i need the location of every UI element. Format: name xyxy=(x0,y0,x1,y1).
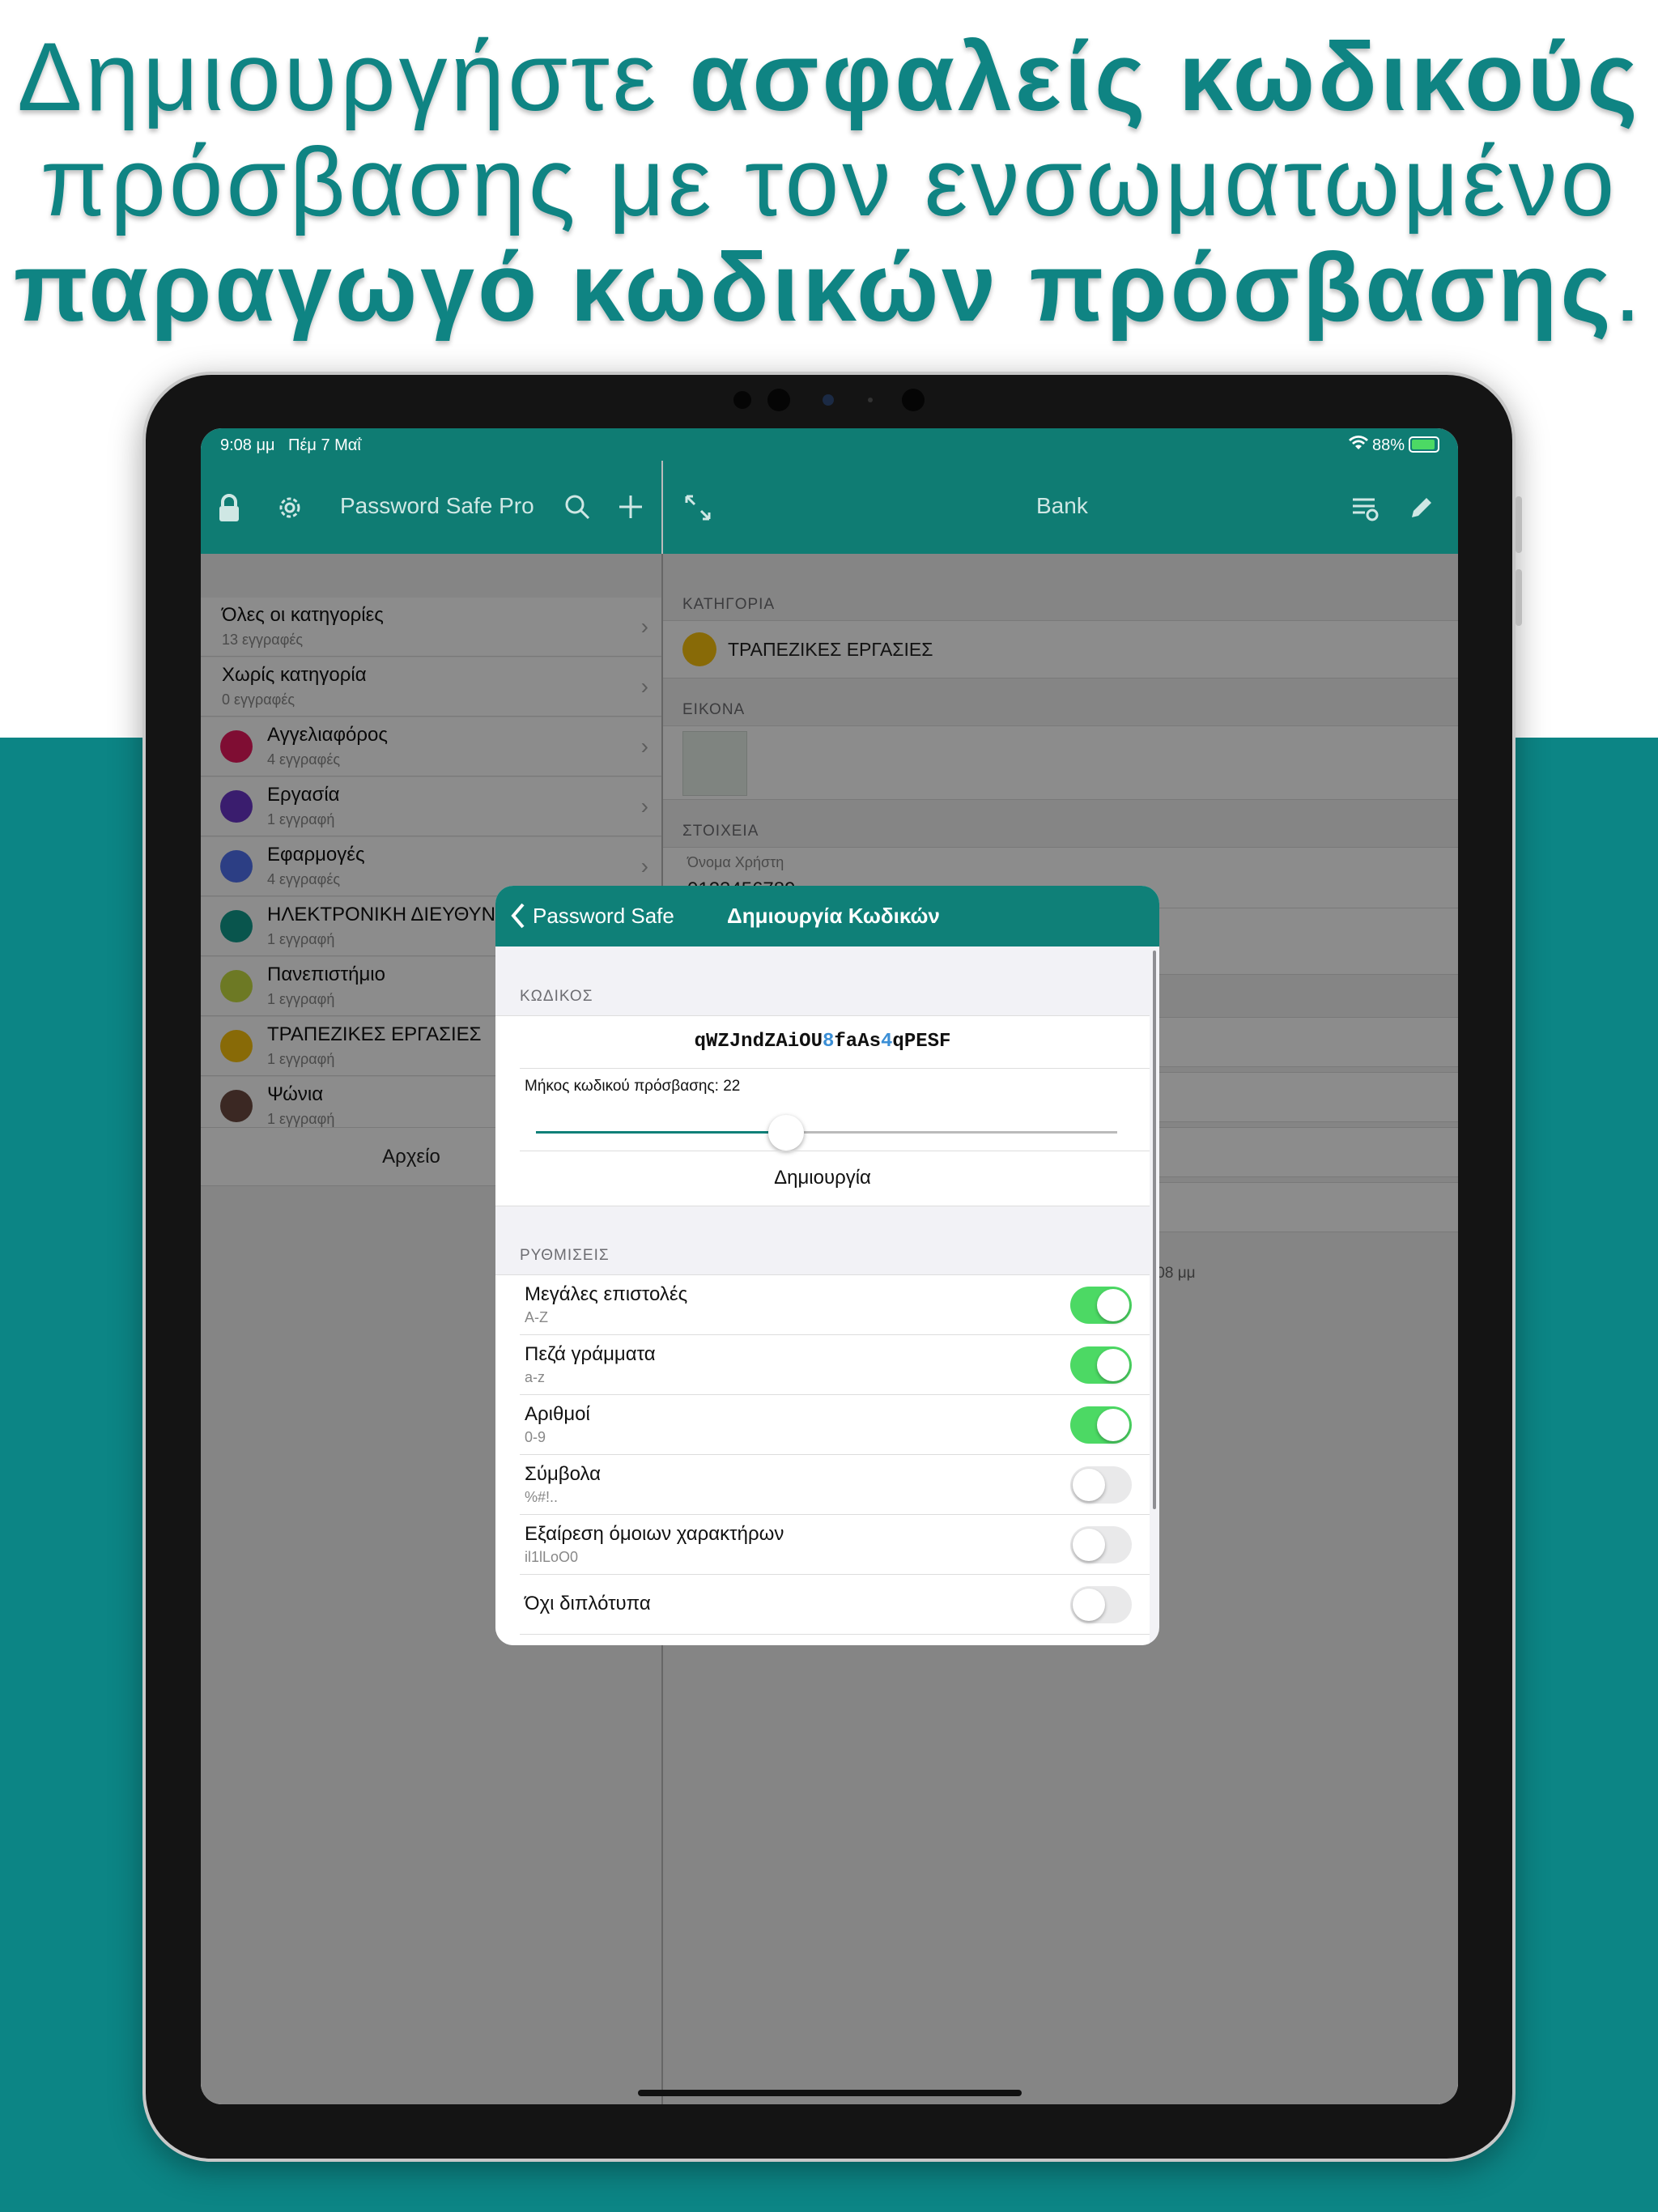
status-bar: 9:08 μμ Πέμ 7 Μαΐ 88% xyxy=(201,428,1458,461)
settings-section-header: ΡΥΘΜΙΣΕΙΣ xyxy=(520,1247,610,1264)
setting-title: Μεγάλες επιστολές xyxy=(525,1283,688,1305)
gear-icon[interactable] xyxy=(275,493,304,522)
sensor-small xyxy=(868,398,873,402)
back-button[interactable]: Password Safe xyxy=(510,902,674,929)
slider-fill xyxy=(536,1131,786,1134)
app-title: Password Safe Pro xyxy=(340,493,534,518)
toggle-knob xyxy=(1073,1469,1105,1501)
generator-title: Δημιουργία Κωδικών xyxy=(727,904,940,928)
separator xyxy=(520,1068,1150,1069)
setting-subtitle: 0-9 xyxy=(525,1429,546,1445)
front-camera xyxy=(823,394,834,406)
list-settings-icon[interactable] xyxy=(1350,493,1380,522)
toggle-knob xyxy=(1073,1529,1105,1561)
search-icon[interactable] xyxy=(563,493,591,521)
setting-title: Σύμβολα xyxy=(525,1463,601,1485)
setting-row: Όχι διπλότυπα xyxy=(495,1575,1150,1635)
setting-toggle[interactable] xyxy=(1070,1586,1132,1623)
toggle-knob xyxy=(1097,1349,1129,1381)
status-date: Πέμ 7 Μαΐ xyxy=(288,436,361,454)
setting-title: Πεζά γράμματα xyxy=(525,1343,656,1365)
setting-row: Πεζά γράμματα a-z xyxy=(495,1335,1150,1395)
wifi-icon xyxy=(1349,435,1368,451)
setting-title: Εξαίρεση όμοιων χαρακτήρων xyxy=(525,1523,784,1545)
toggle-knob xyxy=(1097,1289,1129,1321)
generator-navbar: Password Safe Δημιουργία Κωδικών xyxy=(495,886,1159,946)
password-section-header: ΚΩΔΙΚΟΣ xyxy=(520,988,593,1005)
generated-password[interactable]: qWZJndZAiOU8faAs4qPESF xyxy=(495,1031,1150,1053)
slider-thumb[interactable] xyxy=(767,1115,804,1151)
lock-icon[interactable] xyxy=(217,493,241,524)
setting-toggle[interactable] xyxy=(1070,1287,1132,1324)
toggle-knob xyxy=(1097,1409,1129,1441)
status-time: 9:08 μμ xyxy=(220,436,275,454)
setting-title: Όχι διπλότυπα xyxy=(525,1593,651,1614)
length-label: Μήκος κωδικού πρόσβασης: 22 xyxy=(525,1078,741,1095)
settings-group: Μεγάλες επιστολές A-Z Πεζά γράμματα a-z Αριθ… xyxy=(495,1274,1150,1645)
add-icon[interactable] xyxy=(617,493,644,521)
setting-subtitle: a-z xyxy=(525,1369,546,1385)
setting-toggle[interactable] xyxy=(1070,1406,1132,1444)
volume-down-button xyxy=(1516,569,1522,626)
navigation-bar: Password Safe Pro Bank xyxy=(201,461,1458,554)
setting-subtitle: il1lLoO0 xyxy=(525,1549,579,1565)
sensor-dot xyxy=(767,389,790,411)
separator xyxy=(520,1634,1150,1635)
chevron-left-icon xyxy=(511,903,525,929)
setting-toggle[interactable] xyxy=(1070,1466,1132,1504)
generate-button[interactable]: Δημιουργία xyxy=(495,1167,1150,1189)
setting-toggle[interactable] xyxy=(1070,1526,1132,1563)
toggle-knob xyxy=(1073,1589,1105,1621)
setting-title: Αριθμοί xyxy=(525,1403,590,1425)
sensor-right xyxy=(902,389,925,411)
password-generator-sheet: Password Safe Δημιουργία Κωδικών ΚΩΔΙΚΟΣ… xyxy=(495,886,1159,1645)
setting-row: Σύμβολα %#!.. xyxy=(495,1455,1150,1515)
home-indicator xyxy=(638,2090,1022,2096)
sensor-left xyxy=(733,391,751,409)
setting-row: Εξαίρεση όμοιων χαρακτήρων il1lLoO0 xyxy=(495,1515,1150,1575)
length-slider[interactable] xyxy=(536,1115,1117,1151)
edit-pencil-icon[interactable] xyxy=(1407,493,1436,522)
setting-subtitle: %#!.. xyxy=(525,1489,559,1505)
expand-icon[interactable] xyxy=(683,493,712,522)
setting-row: Αριθμοί 0-9 xyxy=(495,1395,1150,1455)
setting-row: Μεγάλες επιστολές A-Z xyxy=(495,1275,1150,1335)
battery-percent: 88% xyxy=(1372,436,1405,454)
password-group: qWZJndZAiOU8faAs4qPESF Μήκος κωδικού πρό… xyxy=(495,1015,1150,1206)
setting-toggle[interactable] xyxy=(1070,1346,1132,1384)
detail-title: Bank xyxy=(1036,493,1088,518)
scroll-indicator xyxy=(1153,951,1156,1509)
setting-subtitle: A-Z xyxy=(525,1309,548,1325)
volume-up-button xyxy=(1516,496,1522,553)
battery-icon xyxy=(1409,436,1439,453)
marketing-headline: Δημιουργήστε ασφαλείς κωδικούς πρόσβασης… xyxy=(13,23,1645,342)
